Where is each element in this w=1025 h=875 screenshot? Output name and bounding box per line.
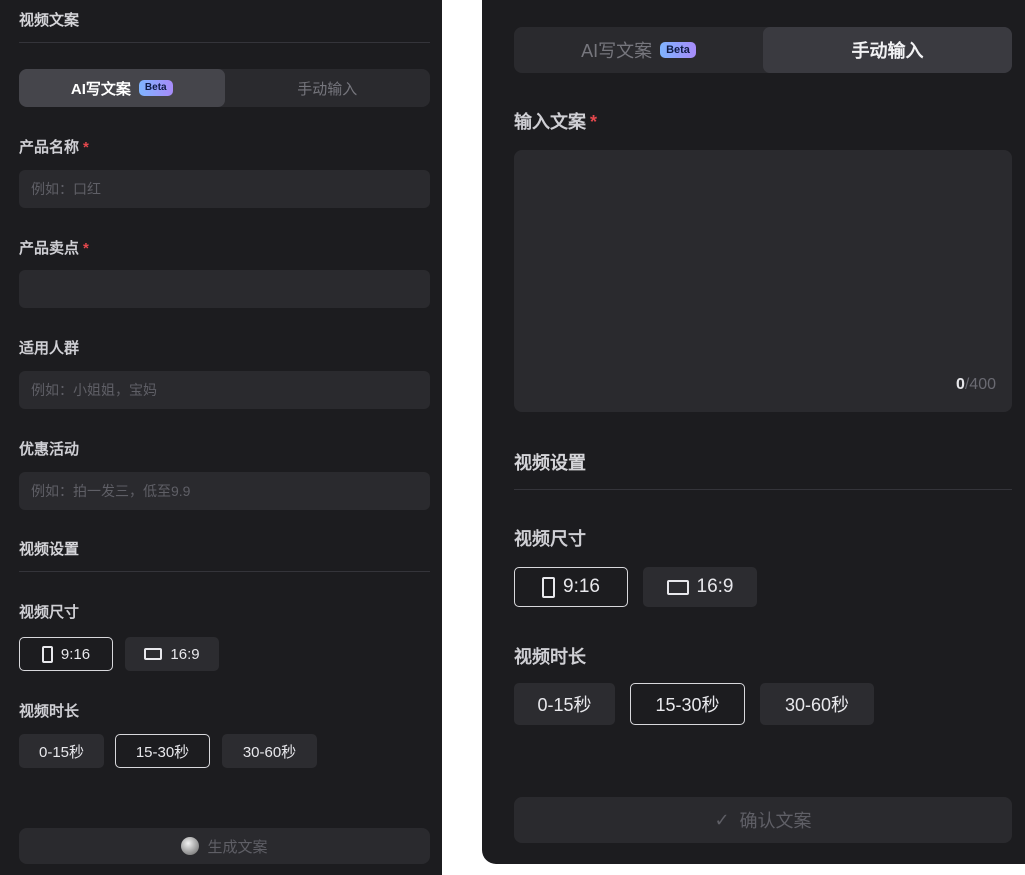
selling-points-input[interactable] [19,270,430,308]
confirm-copy-button[interactable]: ✓ 确认文案 [514,797,1012,843]
field-label-selling-points: 产品卖点 * [19,237,89,258]
portrait-icon [542,576,555,598]
char-counter: 0/400 [956,376,996,394]
required-mark: * [590,112,598,132]
video-size-label: 视频尺寸 [19,604,80,621]
label-text: 输入文案 [514,112,586,132]
field-label-audience: 适用人群 [19,340,80,357]
counter-max: /400 [964,376,996,393]
tab-ai-copy[interactable]: AI写文案 Beta [514,27,763,73]
label-text: 产品名称 [19,139,80,156]
divider [19,42,430,43]
size-label: 16:9 [170,645,200,663]
video-copy-header: 视频文案 [19,12,80,29]
video-settings-title: 视频设置 [19,541,80,558]
generate-copy-button[interactable]: 生成文案 [19,828,430,864]
duration-option-0-15[interactable]: 0-15秒 [19,734,104,768]
button-label: 生成文案 [207,838,268,856]
landscape-icon [144,648,163,660]
tab-manual-input[interactable]: 手动输入 [763,27,1012,73]
required-mark: * [83,240,89,257]
size-option-9-16[interactable]: 9:16 [514,567,628,607]
loading-icon [181,837,200,855]
size-option-9-16[interactable]: 9:16 [19,637,113,671]
duration-option-15-30[interactable]: 15-30秒 [115,734,210,768]
video-duration-label: 视频时长 [19,703,80,720]
video-duration-label: 视频时长 [514,647,586,667]
field-label-product-name: 产品名称 * [19,136,89,157]
label-text: 产品卖点 [19,240,80,257]
input-copy-label: 输入文案 * [514,108,597,134]
left-panel: 视频文案 AI写文案 Beta 手动输入 产品名称* 产品卖点* 适用人群 优惠… [0,0,442,875]
size-option-16-9[interactable]: 16:9 [643,567,757,607]
check-icon: ✓ [714,809,730,830]
duration-option-30-60[interactable]: 30-60秒 [760,683,874,725]
tab-ai-copy[interactable]: AI写文案 Beta [19,69,225,107]
tab-manual-input[interactable]: 手动输入 [225,69,431,107]
size-label: 9:16 [60,645,91,663]
right-panel: AI写文案 Beta 手动输入 输入文案 * 0/400 视频设置 视频尺寸 9:… [482,0,1025,864]
landscape-icon [666,579,689,595]
duration-option-0-15[interactable]: 0-15秒 [514,683,615,725]
video-settings-title: 视频设置 [514,453,586,473]
promotion-input[interactable] [19,472,430,510]
beta-badge: Beta [660,42,696,58]
tab-label: 手动输入 [851,41,924,61]
copy-mode-tabs: AI写文案 Beta 手动输入 [514,27,1012,73]
size-label: 9:16 [563,576,600,597]
divider [19,571,430,572]
field-label-promotion: 优惠活动 [19,441,80,458]
tab-label: AI写文案 [70,80,131,98]
audience-input[interactable] [19,371,430,409]
portrait-icon [41,645,53,663]
button-label: 确认文案 [739,811,812,831]
duration-option-30-60[interactable]: 30-60秒 [222,734,317,768]
required-mark: * [83,139,89,156]
divider [514,489,1012,490]
video-size-label: 视频尺寸 [514,529,586,549]
product-name-input[interactable] [19,170,430,208]
size-option-16-9[interactable]: 16:9 [125,637,219,671]
beta-badge: Beta [138,80,173,96]
duration-option-15-30[interactable]: 15-30秒 [630,683,745,725]
tab-label: AI写文案 [581,41,653,61]
copy-mode-tabs: AI写文案 Beta 手动输入 [19,69,430,107]
copy-textarea[interactable]: 0/400 [514,150,1012,412]
tab-label: 手动输入 [297,80,358,98]
size-label: 16:9 [696,576,734,597]
counter-current: 0 [955,376,965,393]
